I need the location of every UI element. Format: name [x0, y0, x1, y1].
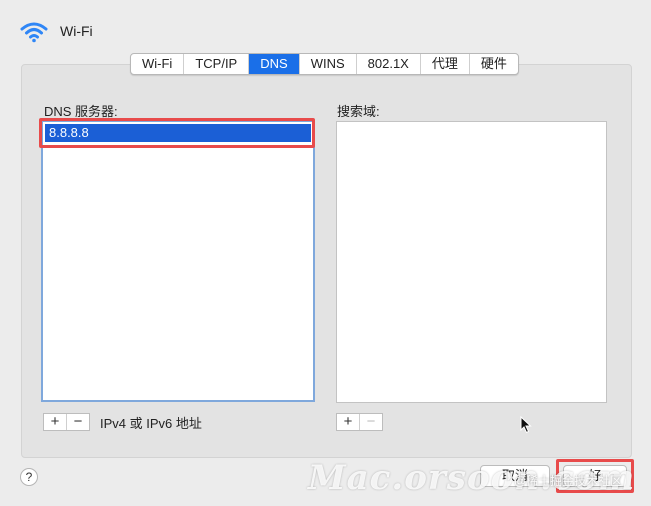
dns-server-entry[interactable]: 8.8.8.8: [45, 124, 311, 142]
tab-bar: Wi-Fi TCP/IP DNS WINS 802.1X 代理 硬件: [130, 53, 519, 75]
mouse-pointer-icon: [520, 415, 532, 439]
watermark-sub: @稀土掘金技术社区: [514, 474, 623, 488]
tab-wifi[interactable]: Wi-Fi: [131, 54, 185, 74]
search-domains-label: 搜索域:: [337, 104, 380, 119]
remove-dns-button[interactable]: −: [66, 414, 89, 430]
tab-dns[interactable]: DNS: [249, 54, 300, 74]
tab-8021x[interactable]: 802.1X: [357, 54, 421, 74]
tab-wins[interactable]: WINS: [300, 54, 357, 74]
dns-server-list[interactable]: 8.8.8.8: [41, 120, 315, 402]
tab-proxy[interactable]: 代理: [421, 54, 470, 74]
remove-domain-button[interactable]: −: [359, 414, 382, 430]
dns-hint: IPv4 或 IPv6 地址: [100, 416, 202, 431]
search-domain-list[interactable]: [336, 121, 607, 403]
help-button[interactable]: ?: [20, 468, 38, 486]
tab-tcpip[interactable]: TCP/IP: [184, 54, 250, 74]
dns-add-remove-control: + −: [43, 413, 90, 431]
add-domain-button[interactable]: +: [337, 414, 359, 430]
tab-hardware[interactable]: 硬件: [470, 54, 518, 74]
add-dns-button[interactable]: +: [44, 414, 66, 430]
wifi-icon: [20, 18, 48, 46]
dns-servers-label: DNS 服务器:: [44, 104, 118, 119]
domain-add-remove-control: + −: [336, 413, 383, 431]
window-title: Wi-Fi: [60, 23, 93, 39]
